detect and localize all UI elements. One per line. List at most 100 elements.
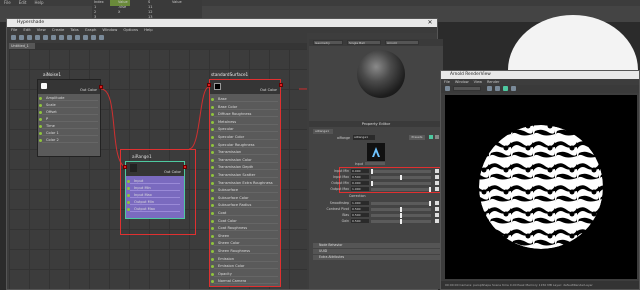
toolbar-icon[interactable] [67, 35, 72, 40]
input-port[interactable] [127, 180, 130, 183]
node-attr[interactable]: Transmission Extra Roughness [214, 180, 278, 186]
node-attr[interactable]: Diffuse Roughness [214, 111, 278, 118]
toggle-icon[interactable] [429, 135, 433, 139]
slider-handle[interactable] [400, 206, 402, 212]
output-port[interactable] [99, 85, 103, 89]
output-port[interactable] [279, 83, 283, 87]
close-icon[interactable]: ✕ [426, 19, 434, 27]
node-attr[interactable]: Color 2 [42, 137, 98, 143]
toolbar-icon[interactable] [59, 35, 64, 40]
slider-handle[interactable] [371, 180, 373, 186]
prop-slider[interactable] [371, 201, 431, 205]
toolbar-icon[interactable] [11, 35, 16, 40]
slider-handle[interactable] [371, 168, 373, 174]
toolbar-icon[interactable] [75, 35, 80, 40]
node-attr[interactable]: Opacity [214, 271, 278, 277]
input-port[interactable] [211, 105, 214, 109]
node-graph[interactable]: Out Color Amplitude Scale Offset P Time … [9, 49, 307, 289]
input-port[interactable] [123, 165, 127, 169]
input-port[interactable] [39, 125, 42, 128]
input-port[interactable] [39, 132, 42, 135]
prop-slider[interactable] [371, 181, 431, 185]
node-attr[interactable]: Normal Camera [214, 278, 278, 285]
input-port[interactable] [211, 234, 214, 238]
node-attr[interactable]: Transmission Color [214, 157, 278, 163]
section-extra-attributes[interactable]: Extra Attributes [313, 255, 441, 260]
render-canvas[interactable] [445, 95, 637, 279]
input-port[interactable] [211, 196, 214, 200]
standardsurface-node[interactable]: Out Color Base Base Color Diffuse Roughnes… [207, 79, 283, 287]
map-icon[interactable] [435, 213, 439, 217]
map-icon[interactable] [435, 187, 439, 191]
input-port[interactable] [211, 98, 214, 101]
prop-value-field[interactable]: 0.000 [351, 181, 369, 185]
node-attr[interactable]: Coat [214, 210, 278, 216]
prop-slider[interactable] [371, 187, 431, 191]
input-port[interactable] [39, 111, 42, 114]
node-attr[interactable]: Transmission Depth [214, 164, 278, 171]
node-attr[interactable]: P [42, 116, 98, 122]
input-port[interactable] [211, 181, 214, 185]
toggle-icon[interactable] [435, 135, 439, 139]
toolbar-icon[interactable] [83, 35, 88, 40]
node-attr[interactable]: Coat Roughness [214, 225, 278, 232]
node-attr[interactable]: Output Min [130, 199, 180, 205]
node-attr[interactable]: Color 1 [42, 130, 98, 136]
node-attr[interactable]: Input [130, 178, 180, 184]
renderview-titlebar[interactable]: Arnold RenderView [441, 71, 639, 79]
toolbar-icon[interactable] [91, 35, 96, 40]
node-attr[interactable]: Transmission [214, 149, 278, 156]
node-attr[interactable]: Specular [214, 126, 278, 133]
slider-handle[interactable] [429, 200, 431, 206]
input-port[interactable] [39, 139, 42, 142]
node-attr[interactable]: Transmission Scatter [214, 172, 278, 178]
output-port[interactable] [183, 165, 187, 169]
map-icon[interactable] [435, 219, 439, 223]
input-port[interactable] [211, 143, 214, 147]
node-attr[interactable]: Coat Color [214, 218, 278, 224]
input-port[interactable] [39, 118, 42, 121]
node-attr[interactable]: Subsurface Radius [214, 202, 278, 209]
airange-node[interactable]: Out Color Input Input Min Input Max Outp… [123, 161, 187, 219]
prop-value-field[interactable]: 0.500 [351, 175, 369, 179]
node-attr[interactable]: Emission [214, 256, 278, 262]
renderer-dropdown[interactable]: Arnold [385, 40, 419, 45]
input-slot[interactable] [365, 162, 385, 165]
toolbar-icon[interactable] [19, 35, 24, 40]
menu-file[interactable]: File [4, 0, 11, 6]
stop-icon[interactable] [495, 86, 500, 91]
input-port[interactable] [211, 257, 214, 261]
node-attr[interactable]: Specular Color [214, 134, 278, 140]
input-port[interactable] [127, 208, 130, 211]
input-port[interactable] [211, 120, 214, 124]
slider-handle[interactable] [400, 174, 402, 180]
ainoise-node[interactable]: Out Color Amplitude Scale Offset P Time … [37, 79, 103, 157]
refresh-icon[interactable] [487, 86, 492, 91]
node-attr[interactable]: Sheen [214, 233, 278, 239]
node-attr[interactable]: Emission Color [214, 263, 278, 270]
settings-icon[interactable] [511, 86, 516, 91]
hypershade-titlebar[interactable]: Hypershade [7, 19, 437, 27]
input-port[interactable] [39, 104, 42, 107]
toolbar-icon[interactable] [99, 35, 104, 40]
prop-value-field[interactable]: 1.000 [351, 201, 369, 205]
channel-icon[interactable] [503, 86, 508, 91]
map-icon[interactable] [435, 169, 439, 173]
input-port[interactable] [211, 136, 214, 139]
menu-help[interactable]: Help [34, 0, 43, 6]
node-name-field[interactable]: aiRange1 [353, 135, 375, 140]
prop-value-field[interactable]: 1.000 [351, 187, 369, 191]
input-port[interactable] [211, 158, 214, 162]
slider-handle[interactable] [400, 212, 402, 218]
toolbar-icon[interactable] [35, 35, 40, 40]
input-port[interactable] [211, 174, 214, 177]
input-port[interactable] [207, 83, 211, 87]
slider-handle[interactable] [400, 218, 402, 224]
node-attr[interactable]: Offset [42, 109, 98, 115]
node-attr[interactable]: Metalness [214, 119, 278, 125]
node-attr[interactable]: Subsurface [214, 187, 278, 194]
node-attr[interactable]: Scale [42, 102, 98, 108]
presets-button[interactable]: Presets [409, 135, 425, 140]
node-attr[interactable]: Input Max [130, 192, 180, 198]
prop-value-field[interactable]: 0.500 [351, 213, 369, 217]
